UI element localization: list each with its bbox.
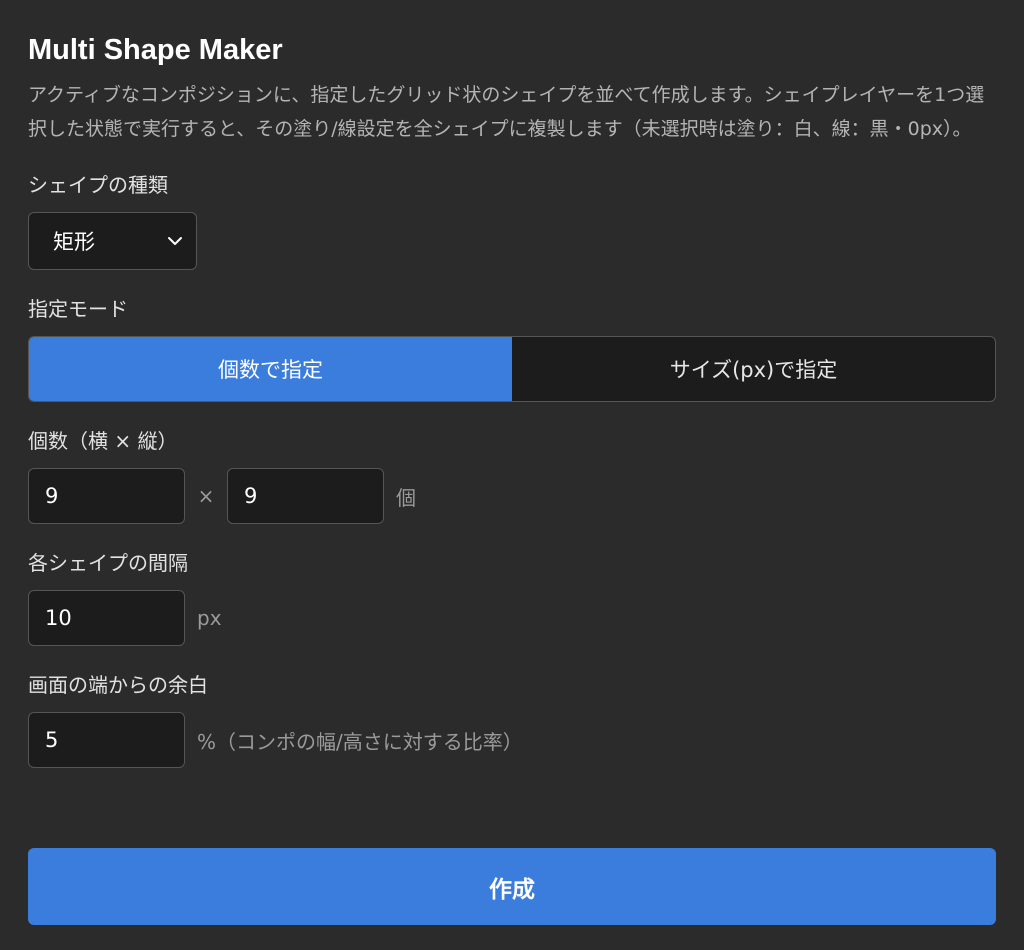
mode-option-size[interactable]: サイズ(px)で指定 [512, 337, 995, 401]
panel-description: アクティブなコンポジションに、指定したグリッド状のシェイプを並べて作成します。シ… [28, 84, 985, 140]
chevron-down-icon [166, 232, 184, 250]
count-x-input[interactable]: 9 [28, 468, 185, 524]
gap-label: 各シェイプの間隔 [28, 551, 188, 575]
mode-segmented-control: 個数で指定 サイズ(px)で指定 [28, 336, 996, 402]
count-label: 個数（横 × 縦） [28, 429, 178, 453]
shape-type-selected-value: 矩形 [53, 230, 95, 254]
margin-input[interactable]: 5 [28, 712, 185, 768]
gap-unit: px [197, 606, 222, 630]
margin-row: 5 %（コンポの幅/高さに対する比率） [28, 712, 996, 768]
mode-option-count[interactable]: 個数で指定 [29, 337, 512, 401]
count-row: 9 × 9 個 [28, 468, 996, 524]
panel-title: Multi Shape Maker [28, 34, 283, 66]
gap-row: 10 px [28, 590, 996, 646]
margin-label: 画面の端からの余白 [28, 673, 208, 697]
create-button[interactable]: 作成 [28, 848, 996, 925]
count-y-input[interactable]: 9 [227, 468, 384, 524]
shape-type-select[interactable]: 矩形 [28, 212, 197, 270]
shape-type-label: シェイプの種類 [28, 173, 168, 197]
count-unit: 個 [396, 485, 416, 510]
multi-shape-maker-panel: Multi Shape Maker アクティブなコンポジションに、指定したグリッ… [0, 0, 1024, 950]
gap-input[interactable]: 10 [28, 590, 185, 646]
margin-unit: %（コンポの幅/高さに対する比率） [197, 729, 523, 754]
times-sign: × [197, 484, 215, 508]
mode-label: 指定モード [28, 297, 128, 321]
